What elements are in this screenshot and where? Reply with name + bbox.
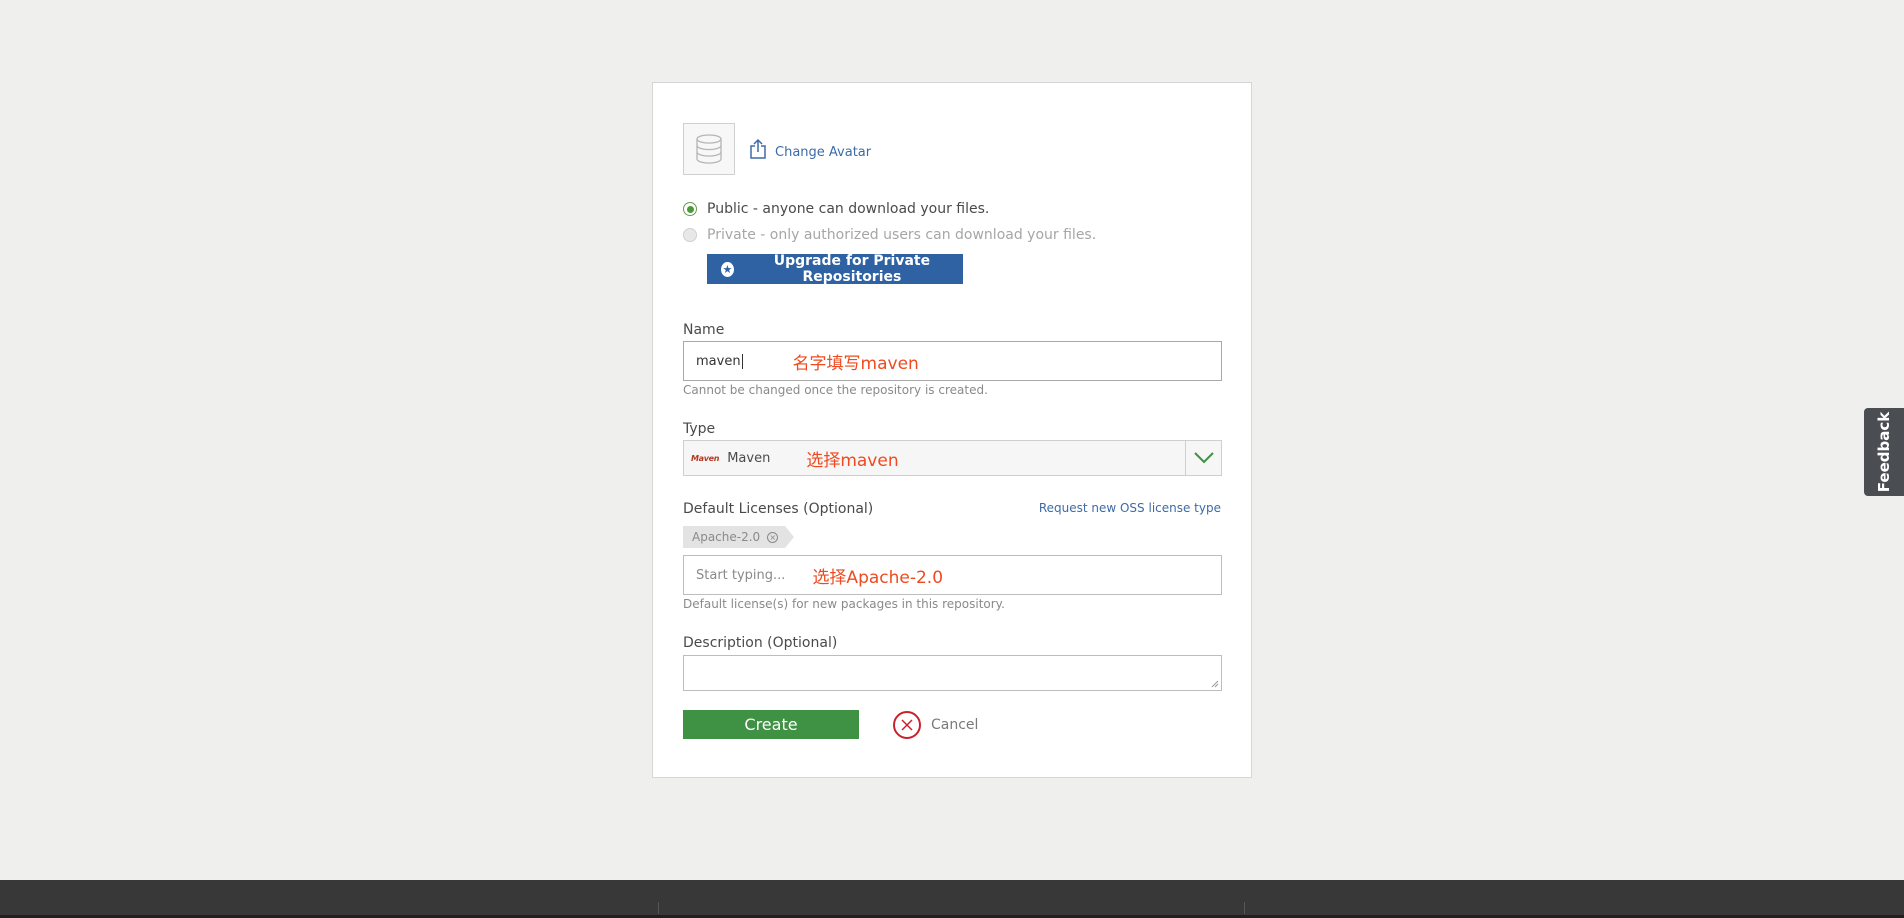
request-license-link[interactable]: Request new OSS license type <box>1039 501 1221 515</box>
description-textarea[interactable] <box>683 655 1222 691</box>
license-tag-label: Apache-2.0 <box>692 530 761 544</box>
license-tag: Apache-2.0 × <box>683 526 795 548</box>
chevron-down-icon <box>1193 452 1214 464</box>
licenses-label: Default Licenses (Optional) <box>683 501 874 517</box>
public-radio[interactable] <box>683 202 697 216</box>
private-option[interactable]: Private - only authorized users can down… <box>683 227 1096 243</box>
license-input[interactable]: Start typing... 选择Apache-2.0 <box>683 555 1222 595</box>
cancel-label: Cancel <box>931 716 979 733</box>
private-radio[interactable] <box>683 228 697 242</box>
private-option-label: Private - only authorized users can down… <box>707 227 1097 243</box>
upload-icon <box>750 138 766 159</box>
license-placeholder: Start typing... <box>696 567 786 583</box>
change-avatar-label: Change Avatar <box>775 144 872 160</box>
name-value: maven <box>696 353 743 369</box>
repository-avatar <box>683 123 735 175</box>
cancel-icon <box>893 710 921 739</box>
type-value: Maven <box>727 450 771 466</box>
name-label: Name <box>683 322 725 338</box>
type-select[interactable]: Maven Maven 选择maven <box>683 440 1222 476</box>
type-dropdown-toggle[interactable] <box>1185 441 1221 475</box>
footer-divider <box>658 902 659 914</box>
license-hint: Default license(s) for new packages in t… <box>683 597 1005 611</box>
create-repository-card: Change Avatar Public - anyone can downlo… <box>652 82 1252 778</box>
public-option[interactable]: Public - anyone can download your files. <box>683 201 989 217</box>
upgrade-label: Upgrade for Private Repositories <box>773 253 931 285</box>
database-icon <box>696 134 722 164</box>
avatar-row: Change Avatar <box>683 123 871 175</box>
change-avatar-link[interactable]: Change Avatar <box>749 138 871 160</box>
type-annotation: 选择maven <box>806 450 899 471</box>
cancel-button[interactable]: Cancel <box>893 710 978 739</box>
type-label: Type <box>683 421 716 437</box>
create-button[interactable]: Create <box>683 710 859 739</box>
name-hint: Cannot be changed once the repository is… <box>683 383 988 397</box>
description-label: Description (Optional) <box>683 635 838 651</box>
maven-logo-icon: Maven <box>691 453 720 463</box>
remove-tag-icon[interactable]: × <box>767 531 779 543</box>
public-option-label: Public - anyone can download your files. <box>707 201 990 217</box>
resize-handle-icon[interactable] <box>1211 680 1219 688</box>
license-annotation: 选择Apache-2.0 <box>812 567 944 588</box>
feedback-tab[interactable]: Feedback <box>1864 408 1904 496</box>
upgrade-private-button[interactable]: ★ Upgrade for Private Repositories <box>707 253 963 285</box>
star-icon: ★ <box>721 261 734 277</box>
footer-bar <box>0 880 1904 918</box>
name-annotation: 名字填写maven <box>792 353 919 374</box>
name-input[interactable]: maven 名字填写maven <box>683 341 1222 381</box>
footer-divider <box>1244 902 1245 914</box>
feedback-label: Feedback <box>1875 411 1894 493</box>
